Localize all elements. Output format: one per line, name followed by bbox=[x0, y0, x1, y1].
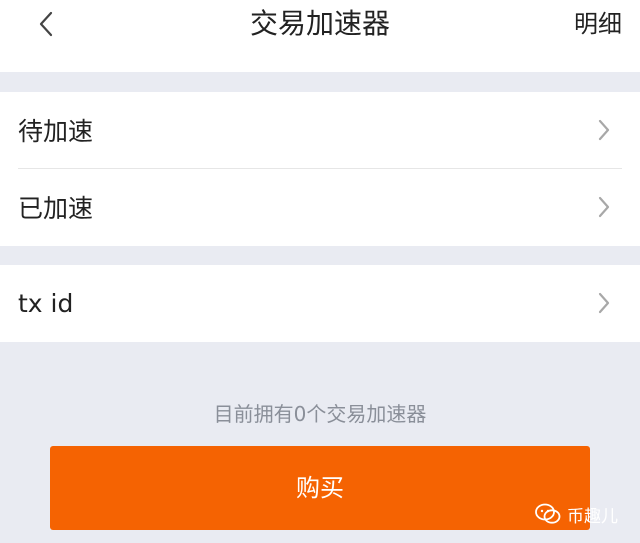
wechat-icon bbox=[535, 503, 561, 525]
chevron-right-icon bbox=[596, 195, 612, 219]
txid-item[interactable]: tx id bbox=[0, 265, 640, 341]
pending-acceleration-item[interactable]: 待加速 bbox=[0, 92, 640, 168]
accelerated-label: 已加速 bbox=[18, 194, 94, 223]
accelerated-item[interactable]: 已加速 bbox=[0, 169, 640, 245]
txid-group: tx id bbox=[0, 265, 640, 342]
accelerator-count-text: 目前拥有0个交易加速器 bbox=[213, 402, 427, 426]
top-bar: 交易加速器 明细 bbox=[0, 0, 640, 72]
page-title: 交易加速器 bbox=[249, 7, 390, 40]
chevron-right-icon bbox=[596, 291, 612, 315]
chevron-right-icon bbox=[596, 118, 612, 142]
buy-button[interactable]: 购买 bbox=[50, 446, 590, 530]
txid-label: tx id bbox=[18, 288, 74, 318]
details-button[interactable]: 明细 bbox=[574, 4, 622, 44]
watermark-text: 币趣儿 bbox=[567, 506, 618, 527]
accelerator-status-group: 待加速 已加速 bbox=[0, 92, 640, 246]
pending-acceleration-label: 待加速 bbox=[18, 117, 94, 146]
watermark: 币趣儿 bbox=[535, 502, 618, 527]
